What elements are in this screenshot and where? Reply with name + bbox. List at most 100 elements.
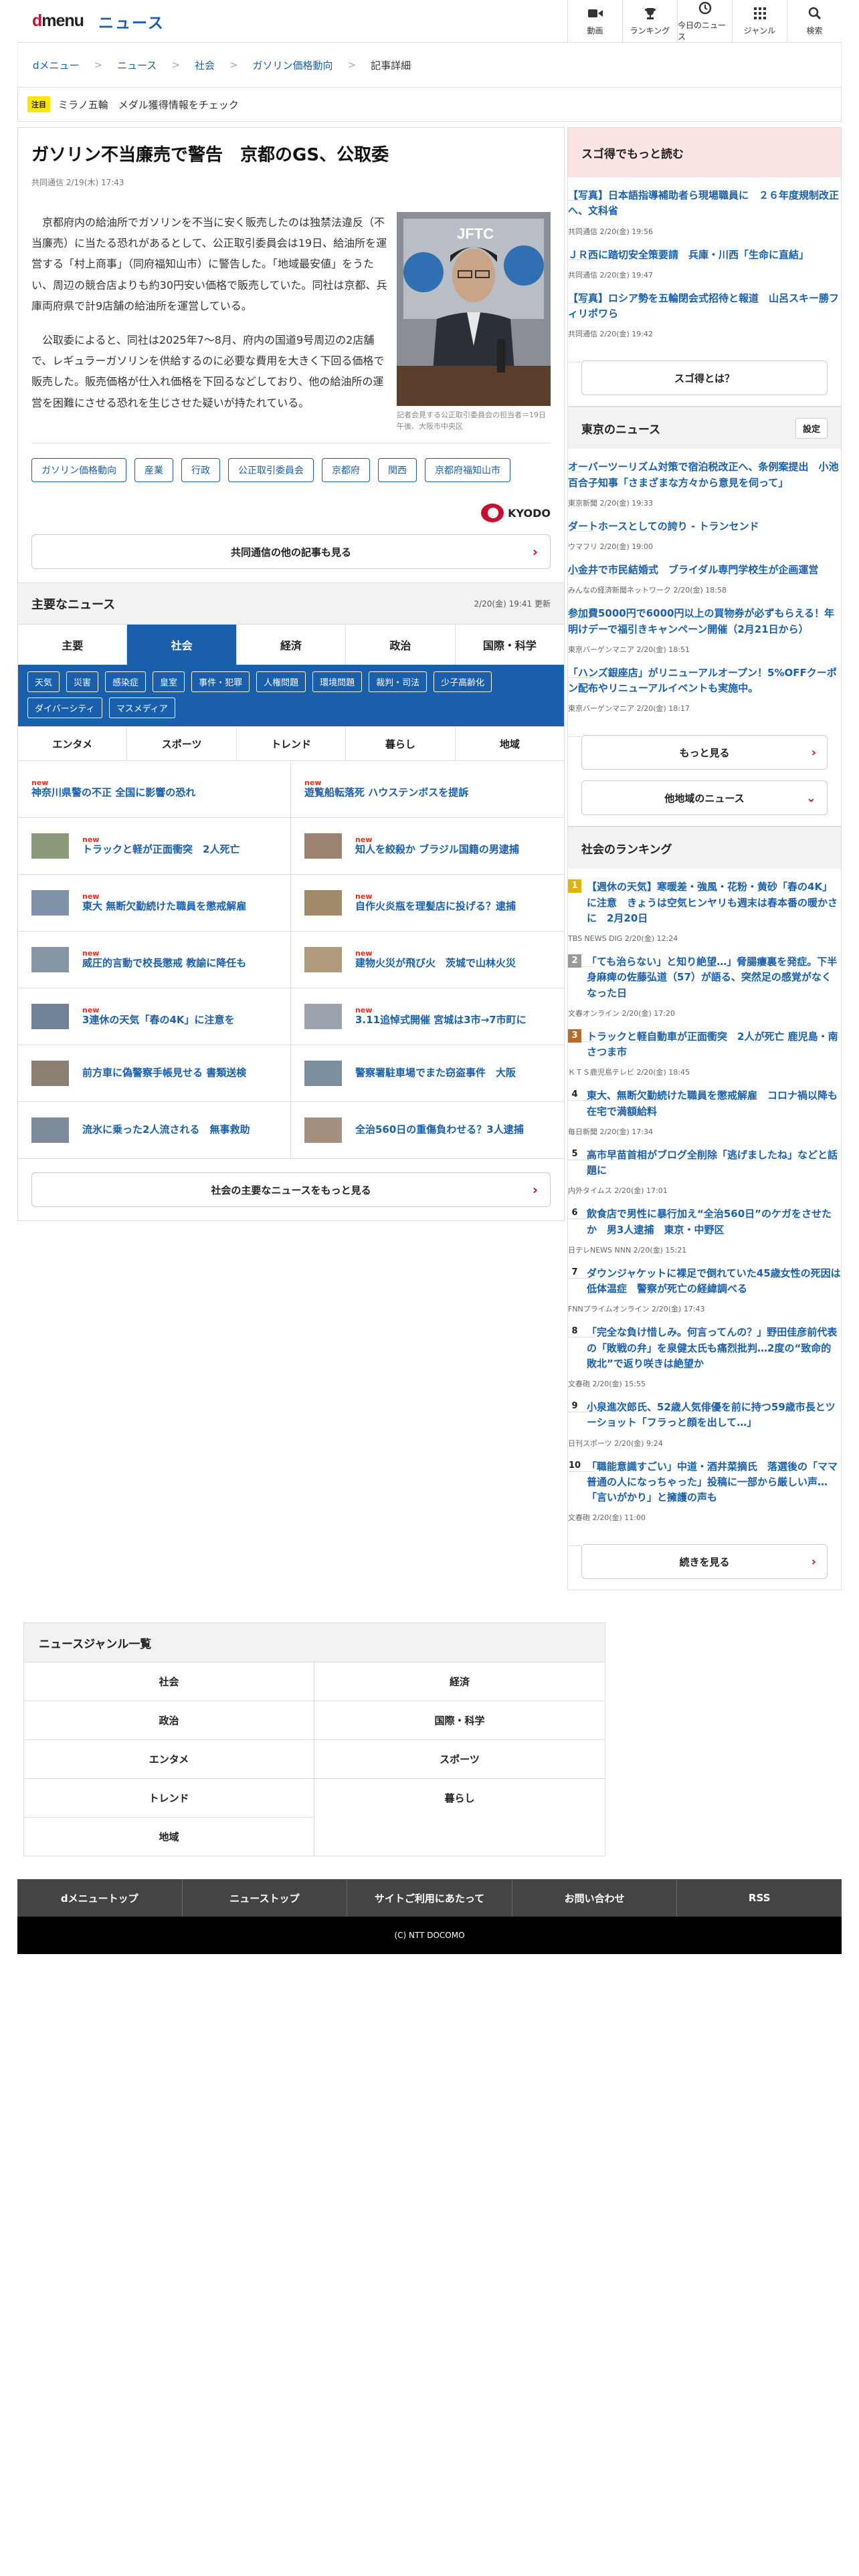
sidebar-news-item[interactable]: 5 高市早苗首相がブログ全削除「逃げましたね」などと話題に 内外タイムス 2/20(…: [568, 1124, 841, 1220]
tab-trend[interactable]: トレンド: [237, 727, 347, 761]
nav-video[interactable]: 動画: [567, 0, 622, 43]
sugotoku-about-button[interactable]: スゴ得とは？: [581, 360, 828, 396]
tag[interactable]: ガソリン価格動向: [31, 458, 126, 483]
genre-item[interactable]: 地域: [24, 1817, 314, 1856]
breadcrumb-news[interactable]: ニュース: [117, 58, 157, 72]
breadcrumb-gasoline[interactable]: ガソリン価格動向: [253, 58, 333, 72]
subtag[interactable]: 事件・犯罪: [191, 671, 250, 693]
sidebar-news-item[interactable]: 7 ダウンジャケットに裸足で倒れていた45歳女性の死因は低体温症 警察が死亡の経緯…: [568, 1243, 841, 1338]
subtag[interactable]: 感染症: [105, 671, 147, 693]
genre-item[interactable]: 社会: [24, 1662, 314, 1701]
news-item[interactable]: new 東大 無断欠勤続けた職員を懲戒解雇: [18, 875, 291, 932]
sidebar-news-item[interactable]: オーバーツーリズム対策で宿泊税改正へ、条例案提出 小池百合子知事「さまざまな方々…: [568, 437, 841, 532]
ranking-more-button[interactable]: 続きを見る ›: [581, 1544, 828, 1580]
news-item[interactable]: 流氷に乗った2人流される 無事救助: [18, 1102, 291, 1160]
news-item[interactable]: new 自作火炎瓶を理髪店に投げる？逮捕: [291, 875, 564, 932]
news-item[interactable]: new 神奈川県警の不正 全国に影響の恐れ: [18, 761, 291, 819]
genre-item[interactable]: 経済: [314, 1662, 605, 1701]
news-item-text: new 3連休の天気「春の4K」に注意を: [82, 1006, 235, 1027]
tag[interactable]: 京都府: [322, 458, 370, 483]
footer-link[interactable]: ニューストップ: [183, 1879, 348, 1917]
news-item[interactable]: new 3.11追悼式開催 宮城は3市→7市町に: [291, 988, 564, 1046]
sidebar-news-item[interactable]: 「ハンズ銀座店」がリニューアルオープン！5%OFFクーポン配布やリニューアルイベ…: [568, 642, 841, 738]
news-item[interactable]: new 威圧的言動で校長懲戒 教諭に降任も: [18, 932, 291, 989]
genre-item[interactable]: 国際・科学: [314, 1701, 605, 1739]
subtag[interactable]: 皇室: [153, 671, 185, 693]
genre-item[interactable]: トレンド: [24, 1778, 314, 1818]
tab-region[interactable]: 地域: [456, 727, 564, 760]
subtag[interactable]: マスメディア: [108, 697, 175, 719]
sidebar-news-meta: 文春砲 2/20(金) 11:00: [568, 1513, 646, 1523]
more-society-news-button[interactable]: 社会の主要なニュースをもっと見る ›: [31, 1172, 551, 1208]
nav-genre[interactable]: ジャンル: [732, 0, 787, 43]
tag[interactable]: 産業: [134, 458, 173, 483]
notice-banner[interactable]: 注目 ミラノ五輪 メダル獲得情報をチェック: [17, 87, 842, 122]
sidebar-news-item[interactable]: 【写真】日本語指導補助者ら現場職員に ２６年度規制改正へ、文科省 共同通信 2/2…: [568, 165, 841, 260]
news-item[interactable]: 前方車に偽警察手帳見せる 書類送検: [18, 1045, 291, 1103]
subtag[interactable]: 災害: [66, 671, 99, 693]
footer-link[interactable]: RSS: [677, 1879, 842, 1917]
genre-item[interactable]: スポーツ: [314, 1739, 605, 1778]
sidebar-news-item[interactable]: 6 飲食店で男性に暴行加え“全治560日”のケガをさせたか 男3人逮捕 東京・中野…: [568, 1184, 841, 1279]
news-item[interactable]: 全治560日の重傷負わせる？3人逮捕: [291, 1102, 564, 1160]
tokyo-more-button[interactable]: もっと見る ›: [581, 735, 828, 770]
sidebar-news-item[interactable]: 10 「職能意識すごい」中道・酒井菜摘氏 落選後の「ママ普通の人になっちゃった」投…: [568, 1436, 841, 1547]
sidebar-news-item[interactable]: 9 小泉進次郎氏、52歳人気俳優を前に持つ59歳市長とツーショット「フラっと顔を出…: [568, 1377, 841, 1472]
subtag[interactable]: 裁判・司法: [369, 671, 427, 693]
news-thumbnail: [304, 833, 342, 859]
tab-politics[interactable]: 政治: [346, 625, 456, 665]
news-title[interactable]: ニュース: [98, 10, 165, 33]
tag[interactable]: 行政: [181, 458, 220, 483]
tab-international[interactable]: 国際・科学: [456, 625, 564, 665]
breadcrumb-dmenu[interactable]: dメニュー: [33, 58, 80, 72]
sidebar-news-item[interactable]: 2 「ても治らない」と知り絶望…」脅腸瘻裏を発症。下半身麻痺の佐藤弘道（57）が語…: [568, 932, 841, 1042]
tab-entertainment[interactable]: エンタメ: [18, 727, 128, 761]
news-item[interactable]: new 3連休の天気「春の4K」に注意を: [18, 988, 291, 1046]
news-item-text: new トラックと軽が正面衝突 2人死亡: [82, 836, 240, 857]
tab-economy[interactable]: 経済: [237, 625, 347, 665]
dmenu-logo[interactable]: dmenu: [17, 11, 84, 31]
breadcrumb-society[interactable]: 社会: [195, 58, 215, 72]
more-kyodo-button[interactable]: 共同通信の他の記事も見る ›: [31, 534, 551, 570]
news-item[interactable]: new トラックと軽が正面衝突 2人死亡: [18, 818, 291, 875]
news-item[interactable]: new 遊覧船転落死 ハウステンボスを提訴: [291, 761, 564, 819]
article-photo[interactable]: JFTC 記者会見する公正取引委員会の担当者＝19日午後、大阪市中央区: [397, 212, 551, 432]
subtag[interactable]: 環境問題: [312, 671, 363, 693]
news-item[interactable]: 警察署駐車場でまた窃盗事件 大阪: [291, 1045, 564, 1103]
sidebar-news-item[interactable]: 4 東大、無断欠勤続けた職員を懲戒解雇 コロナ禍以降も在宅で満額給料 毎日新聞 2/…: [568, 1065, 841, 1160]
sidebar-news-item[interactable]: 1 【週休の天気】寒暖差・強風・花粉・黄砂「春の4K」に注意 きょうは空気ヒンヤリ…: [568, 857, 841, 967]
nav-today[interactable]: 今日のニュース: [677, 0, 732, 43]
genre-item[interactable]: 政治: [24, 1701, 314, 1740]
sidebar-news-item[interactable]: 【写真】ロシア勢を五輪閉会式招待と報道 山呂スキー勝フィリポワら 共同通信 2/2…: [568, 267, 841, 363]
tab-life[interactable]: 暮らし: [346, 727, 456, 761]
other-regions-button[interactable]: 他地域のニュース ⌄: [581, 780, 828, 816]
nav-search[interactable]: 検索: [787, 0, 842, 43]
news-item[interactable]: new 知人を絞殺か ブラジル国籍の男逮捕: [291, 818, 564, 875]
genre-item[interactable]: 暮らし: [314, 1778, 605, 1817]
sidebar-news-item[interactable]: 3 トラックと軽自動車が正面衝突 2人が死亡 鹿児島・南さつま市 ＫＴＳ鹿児島テレビ…: [568, 1006, 841, 1101]
tab-society[interactable]: 社会: [127, 625, 237, 665]
footer-link[interactable]: サイトご利用にあたって: [347, 1879, 512, 1917]
nav-ranking[interactable]: ランキング: [622, 0, 677, 43]
sidebar-news-meta: みんなの経済新聞ネットワーク 2/20(金) 18:58: [568, 586, 727, 595]
sidebar-news-title: オーバーツーリズム対策で宿泊税改正へ、条例案提出 小池百合子知事「さまざまな方々…: [568, 461, 839, 489]
article: ガソリン不当廉売で警告 京都のGS、公取委 共同通信 2/19(木) 17:43…: [18, 128, 564, 582]
subtag[interactable]: 人権問題: [256, 671, 306, 693]
tab-main[interactable]: 主要: [18, 625, 128, 665]
tag[interactable]: 京都府福知山市: [425, 458, 510, 483]
genre-item[interactable]: エンタメ: [24, 1739, 314, 1779]
tab-sports[interactable]: スポーツ: [127, 727, 237, 761]
news-item[interactable]: new 建物火災が飛び火 茨城で山林火災: [291, 932, 564, 989]
subtag[interactable]: 少子高齢化: [434, 671, 492, 693]
tag[interactable]: 関西: [378, 458, 417, 483]
subtag[interactable]: ダイバーシティ: [27, 697, 102, 719]
sidebar-news-item[interactable]: 参加費5000円で6000円以上の買物券が必ずもらえる！年明けデーで福引きキャン…: [568, 583, 841, 678]
settings-button[interactable]: 設定: [795, 417, 828, 439]
sidebar-news-item[interactable]: 8 「完全な負け惜しみ。何言ってんの？」野田佳彦前代表の「敗戦の弁」を泉健太氏も痛…: [568, 1302, 841, 1412]
ranking-row: 6 飲食店で男性に暴行加え“全治560日”のケガをさせたか 男3人逮捕 東京・中野…: [568, 1206, 841, 1238]
footer-link[interactable]: dメニュートップ: [17, 1879, 183, 1917]
article-text: 京都府内の給油所でガソリンを不当に安く販売したのは独禁法違反（不当廉売）に当たる…: [31, 212, 393, 432]
tag[interactable]: 公正取引委員会: [228, 458, 314, 483]
subtag[interactable]: 天気: [27, 671, 60, 693]
footer-link[interactable]: お問い合わせ: [512, 1879, 678, 1917]
